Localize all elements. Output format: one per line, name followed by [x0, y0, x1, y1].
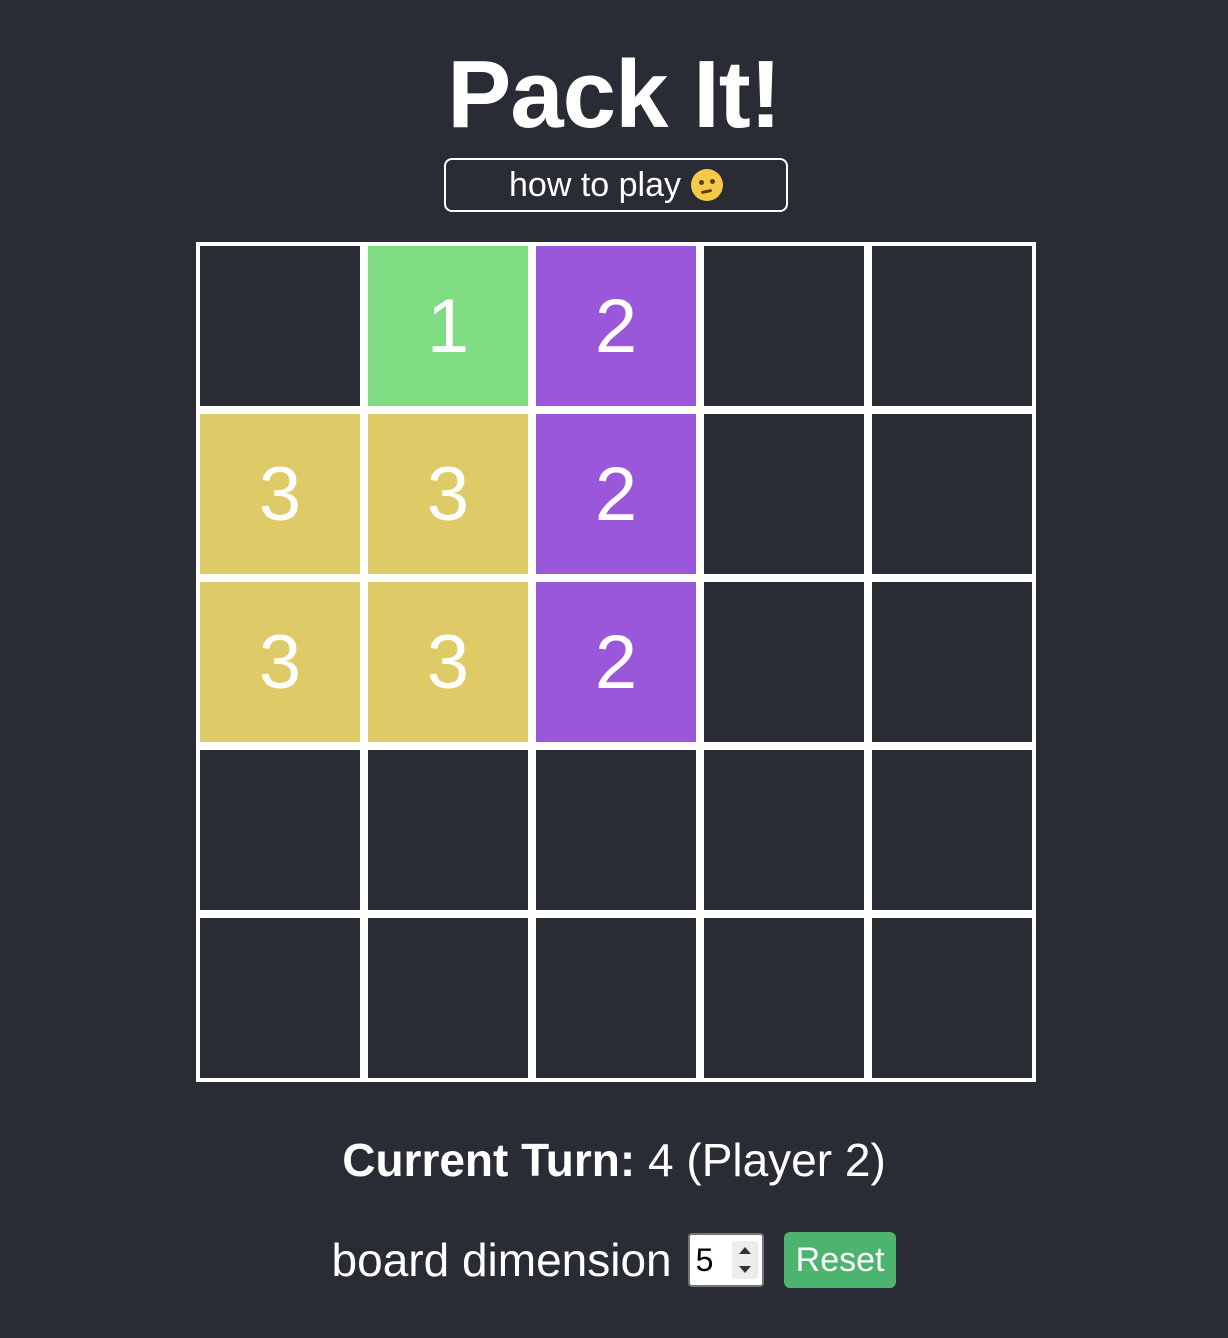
board-cell[interactable]: 1	[368, 246, 528, 406]
board-cell[interactable]	[536, 750, 696, 910]
board-cell[interactable]	[200, 246, 360, 406]
board-cell[interactable]	[704, 246, 864, 406]
board-cell[interactable]	[200, 918, 360, 1078]
game-app: Pack It! how to play 12332332 Current Tu…	[0, 0, 1228, 1338]
board-cell[interactable]	[704, 582, 864, 742]
board-cell[interactable]	[200, 750, 360, 910]
how-to-play-label: how to play	[509, 165, 681, 204]
board-cell[interactable]	[536, 918, 696, 1078]
stepper-up-icon[interactable]	[738, 1247, 751, 1254]
board-cell[interactable]	[872, 750, 1032, 910]
turn-status-value: 4 (Player 2)	[648, 1134, 886, 1186]
board-controls: board dimension Reset	[0, 1232, 1228, 1288]
board-cell[interactable]: 2	[536, 414, 696, 574]
board-dimension-stepper[interactable]	[687, 1233, 764, 1287]
turn-status: Current Turn: 4 (Player 2)	[0, 1130, 1228, 1190]
thinking-face-icon	[691, 169, 723, 201]
board-cell[interactable]	[704, 414, 864, 574]
board-cell[interactable]	[872, 246, 1032, 406]
board-dimension-input[interactable]	[695, 1239, 732, 1281]
board-cell[interactable]	[368, 750, 528, 910]
stepper-spinner[interactable]	[731, 1241, 758, 1279]
board-cell[interactable]: 3	[200, 414, 360, 574]
board-cell[interactable]	[872, 582, 1032, 742]
board-cell[interactable]	[704, 918, 864, 1078]
stepper-down-icon[interactable]	[738, 1266, 751, 1273]
board-cell[interactable]	[704, 750, 864, 910]
board-cell[interactable]	[368, 918, 528, 1078]
board-dimension-label: board dimension	[331, 1234, 672, 1286]
board-cell[interactable]: 3	[368, 582, 528, 742]
game-title: Pack It!	[447, 41, 781, 148]
how-to-play-button[interactable]: how to play	[444, 158, 788, 212]
board-cell[interactable]	[872, 918, 1032, 1078]
board-cell[interactable]: 2	[536, 246, 696, 406]
board-cell[interactable]: 3	[200, 582, 360, 742]
game-board: 12332332	[196, 242, 1036, 1082]
board-cell[interactable]	[872, 414, 1032, 574]
reset-button[interactable]: Reset	[783, 1232, 897, 1288]
turn-status-label: Current Turn:	[342, 1134, 636, 1186]
board-cell[interactable]: 3	[368, 414, 528, 574]
board-cell[interactable]: 2	[536, 582, 696, 742]
